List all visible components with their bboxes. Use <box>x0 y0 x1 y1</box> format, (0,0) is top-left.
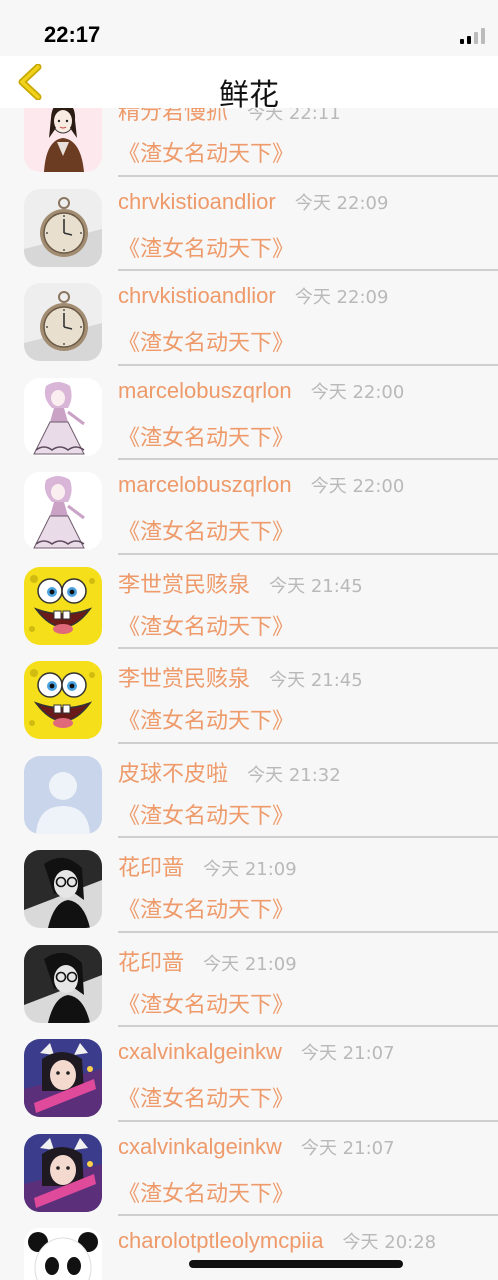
name-line: cxalvinkalgeinkw 今天 21:07 <box>118 1039 395 1065</box>
spongebob-image <box>24 661 102 739</box>
timestamp: 今天 21:45 <box>269 575 363 597</box>
list-item[interactable]: marcelobuszqrlon 今天 22:00 《渣女名动天下》 <box>0 460 498 555</box>
message-text: 《渣女名动天下》 <box>118 1087 295 1112</box>
avatar-anime-girl-dress[interactable] <box>24 472 102 550</box>
home-indicator[interactable] <box>189 1260 403 1268</box>
bw-girl-glasses-image <box>24 944 102 1023</box>
message-text: 《渣女名动天下》 <box>118 425 295 451</box>
timestamp: 今天 22:00 <box>310 476 405 497</box>
message-text: 《渣女名动天下》 <box>118 992 295 1018</box>
avatar-default-user[interactable] <box>24 755 102 834</box>
message-text: 《渣女名动天下》 <box>118 709 295 734</box>
selfie-girl-image <box>24 1039 102 1117</box>
avatar-spongebob[interactable] <box>24 661 102 739</box>
list-item[interactable]: 皮球不皮啦 今天 21:32 《渣女名动天下》 <box>0 744 498 838</box>
sender-name[interactable]: marcelobuszqrlon <box>118 472 292 497</box>
name-line: chrvkistioandlior 今天 22:09 <box>118 283 388 309</box>
list-content: 精分君慢抓 今天 22:11 《渣女名动天下》 chrvkistioandlio… <box>0 108 498 1280</box>
anime-girl-dress-image <box>24 377 102 456</box>
name-line: 李世赏民赅泉 今天 21:45 <box>118 567 363 599</box>
timestamp: 今天 21:45 <box>269 670 363 691</box>
avatar-panda[interactable] <box>24 1228 102 1280</box>
message-text: 《渣女名动天下》 <box>118 1181 295 1207</box>
message-text: 《渣女名动天下》 <box>118 803 295 829</box>
sender-name[interactable]: charolotptleolymcpiia <box>118 1228 323 1253</box>
avatar-bw-girl-glasses[interactable] <box>24 850 102 928</box>
name-line: marcelobuszqrlon 今天 22:00 <box>118 378 404 404</box>
sender-name[interactable]: cxalvinkalgeinkw <box>118 1039 282 1064</box>
name-line: 皮球不皮啦 今天 21:32 <box>118 756 341 788</box>
timestamp: 今天 21:07 <box>300 1137 395 1159</box>
name-line: cxalvinkalgeinkw 今天 21:07 <box>118 1134 395 1160</box>
list-item[interactable]: marcelobuszqrlon 今天 22:00 《渣女名动天下》 <box>0 366 498 460</box>
default-user-image <box>24 755 102 834</box>
sender-name[interactable]: marcelobuszqrlon <box>118 378 292 403</box>
sender-name[interactable]: 李世赏民赅泉 <box>118 666 250 691</box>
name-line: charolotptleolymcpiia 今天 20:28 <box>118 1228 436 1254</box>
message-text: 《渣女名动天下》 <box>118 142 295 167</box>
list-item[interactable]: 李世赏民赅泉 今天 21:45 《渣女名动天下》 <box>0 649 498 744</box>
spongebob-image <box>24 566 102 645</box>
avatar-selfie-girl[interactable] <box>24 1039 102 1117</box>
timestamp: 今天 21:07 <box>300 1043 395 1064</box>
bw-girl-glasses-image <box>24 850 102 928</box>
panda-image <box>24 1228 102 1280</box>
timestamp: 今天 21:09 <box>203 859 297 880</box>
list-item[interactable]: 精分君慢抓 今天 22:11 《渣女名动天下》 <box>0 108 498 177</box>
timestamp: 今天 20:28 <box>342 1232 437 1253</box>
girl-sketch-image <box>24 108 102 172</box>
list-item[interactable]: 李世赏民赅泉 今天 21:45 《渣女名动天下》 <box>0 555 498 649</box>
list-item[interactable]: cxalvinkalgeinkw 今天 21:07 《渣女名动天下》 <box>0 1122 498 1216</box>
timestamp: 今天 22:09 <box>294 192 389 214</box>
avatar-pocket-watch[interactable] <box>24 188 102 267</box>
avatar-bw-girl-glasses[interactable] <box>24 944 102 1023</box>
message-text: 《渣女名动天下》 <box>118 614 295 640</box>
name-line: 精分君慢抓 今天 22:11 <box>118 108 341 126</box>
status-bar: 22:17 <box>0 0 498 56</box>
message-text: 《渣女名动天下》 <box>118 520 295 545</box>
sender-name[interactable]: 李世赏民赅泉 <box>118 572 250 597</box>
name-line: chrvkistioandlior 今天 22:09 <box>118 189 388 215</box>
avatar-selfie-girl[interactable] <box>24 1133 102 1212</box>
message-text: 《渣女名动天下》 <box>118 331 295 356</box>
timestamp: 今天 22:11 <box>247 108 341 124</box>
sender-name[interactable]: cxalvinkalgeinkw <box>118 1134 282 1159</box>
pocket-watch-image <box>24 283 102 361</box>
sender-name[interactable]: 精分君慢抓 <box>118 108 228 124</box>
list-item[interactable]: cxalvinkalgeinkw 今天 21:07 《渣女名动天下》 <box>0 1027 498 1122</box>
name-line: marcelobuszqrlon 今天 22:00 <box>118 472 404 498</box>
timestamp: 今天 22:00 <box>310 381 405 403</box>
name-line: 李世赏民赅泉 今天 21:45 <box>118 661 363 693</box>
timestamp: 今天 22:09 <box>294 287 389 308</box>
avatar-girl-sketch[interactable] <box>24 108 102 172</box>
status-time: 22:17 <box>44 22 101 47</box>
navigation-bar: 鲜花 <box>0 56 498 113</box>
sender-name[interactable]: 花印啬 <box>118 855 184 880</box>
cellular-signal-icon <box>460 28 485 44</box>
sender-name[interactable]: 皮球不皮啦 <box>118 761 228 786</box>
list-item[interactable]: 花印啬 今天 21:09 《渣女名动天下》 <box>0 838 498 933</box>
message-text: 《渣女名动天下》 <box>118 898 295 923</box>
avatar-pocket-watch[interactable] <box>24 283 102 361</box>
anime-girl-dress-image <box>24 472 102 550</box>
timestamp: 今天 21:32 <box>247 764 341 786</box>
timestamp: 今天 21:09 <box>203 953 297 975</box>
sender-name[interactable]: chrvkistioandlior <box>118 283 276 308</box>
sender-name[interactable]: chrvkistioandlior <box>118 189 276 214</box>
name-line: 花印啬 今天 21:09 <box>118 945 297 977</box>
name-line: 花印啬 今天 21:09 <box>118 850 297 882</box>
list-item[interactable]: 花印啬 今天 21:09 《渣女名动天下》 <box>0 933 498 1027</box>
avatar-spongebob[interactable] <box>24 566 102 645</box>
pocket-watch-image <box>24 188 102 267</box>
list-item[interactable]: chrvkistioandlior 今天 22:09 《渣女名动天下》 <box>0 177 498 271</box>
list-item[interactable]: chrvkistioandlior 今天 22:09 《渣女名动天下》 <box>0 271 498 366</box>
avatar-anime-girl-dress[interactable] <box>24 377 102 456</box>
sender-name[interactable]: 花印啬 <box>118 950 184 975</box>
list-item[interactable]: charolotptleolymcpiia 今天 20:28 <box>0 1216 498 1280</box>
message-text: 《渣女名动天下》 <box>118 236 295 262</box>
flower-record-list[interactable]: 精分君慢抓 今天 22:11 《渣女名动天下》 chrvkistioandlio… <box>0 108 498 1280</box>
selfie-girl-image <box>24 1133 102 1212</box>
